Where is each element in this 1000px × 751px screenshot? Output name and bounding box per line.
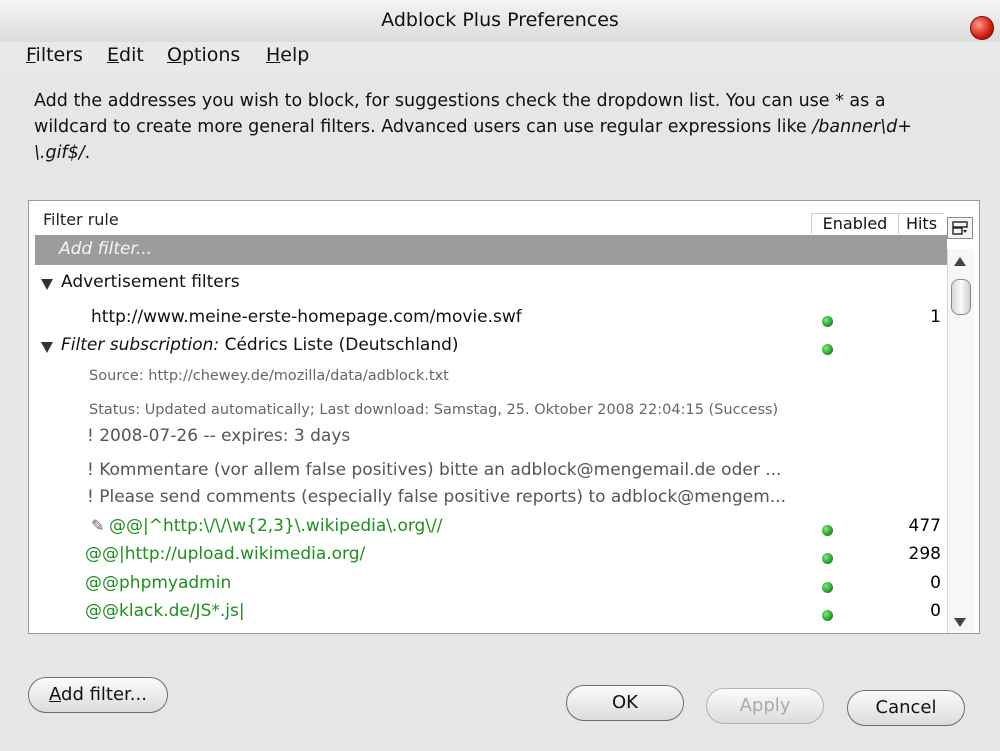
list-item[interactable]: http://www.meine-erste-homepage.com/movi… — [29, 304, 945, 332]
list-item[interactable]: @@phpmyadmin 0 — [29, 570, 945, 598]
enabled-dot-icon[interactable] — [822, 316, 833, 327]
cancel-button[interactable]: Cancel — [847, 690, 965, 726]
list-item[interactable]: Advertisement filters — [29, 269, 945, 297]
list-item[interactable]: ! Kommentare (vor allem false positives)… — [29, 457, 945, 485]
enabled-dot-icon[interactable] — [822, 610, 833, 621]
scrollbar-thumb[interactable] — [951, 279, 971, 315]
menu-options[interactable]: Options — [167, 44, 240, 66]
scroll-up-icon[interactable] — [954, 257, 966, 266]
add-filter-row[interactable]: Add filter... — [35, 235, 947, 265]
instructions-text: Add the addresses you wish to block, for… — [34, 91, 912, 163]
menu-help[interactable]: Help — [266, 44, 309, 66]
twisty-down-icon[interactable] — [41, 342, 53, 353]
filter-list[interactable]: Filter rule Enabled Hits Add filter... A… — [28, 200, 980, 634]
list-item[interactable]: ✎ @@|^http:\/\/\w{2,3}\.wikipedia\.org\/… — [29, 513, 945, 541]
twisty-down-icon[interactable] — [41, 279, 53, 290]
column-enabled[interactable]: Enabled — [811, 213, 898, 234]
column-hits[interactable]: Hits — [898, 213, 944, 234]
enabled-dot-icon[interactable] — [822, 525, 833, 536]
vertical-scrollbar[interactable] — [947, 249, 974, 633]
pin-icon: ✎ — [91, 516, 105, 535]
enabled-dot-icon[interactable] — [822, 344, 833, 355]
menu-bar: Filters Edit Options Help — [0, 42, 1000, 72]
ok-button[interactable]: OK — [566, 685, 684, 721]
close-icon[interactable] — [970, 16, 994, 40]
column-header: Filter rule Enabled Hits — [29, 201, 979, 239]
apply-button[interactable]: Apply — [706, 688, 824, 724]
list-item[interactable]: ! Please send comments (especially false… — [29, 484, 945, 512]
list-item[interactable]: @@|http://upload.wikimedia.org/ 298 — [29, 541, 945, 569]
column-picker-icon[interactable] — [947, 217, 973, 239]
add-filter-button[interactable]: Add filter... — [28, 677, 168, 713]
column-filter-rule[interactable]: Filter rule — [43, 210, 119, 229]
window-title: Adblock Plus Preferences — [381, 9, 619, 31]
list-item[interactable]: @@klack.de/JS*.js| 0 — [29, 598, 945, 626]
enabled-dot-icon[interactable] — [822, 553, 833, 564]
scroll-down-icon[interactable] — [954, 618, 966, 627]
list-item: Source: http://chewey.de/mozilla/data/ad… — [89, 368, 449, 384]
list-item[interactable]: Filter subscription: Cédrics Liste (Deut… — [29, 332, 945, 360]
menu-filters[interactable]: Filters — [26, 44, 83, 66]
title-bar: Adblock Plus Preferences — [0, 0, 1000, 43]
list-item[interactable]: ! 2008-07-26 -- expires: 3 days — [29, 423, 945, 451]
enabled-dot-icon[interactable] — [822, 582, 833, 593]
menu-edit[interactable]: Edit — [107, 44, 144, 66]
